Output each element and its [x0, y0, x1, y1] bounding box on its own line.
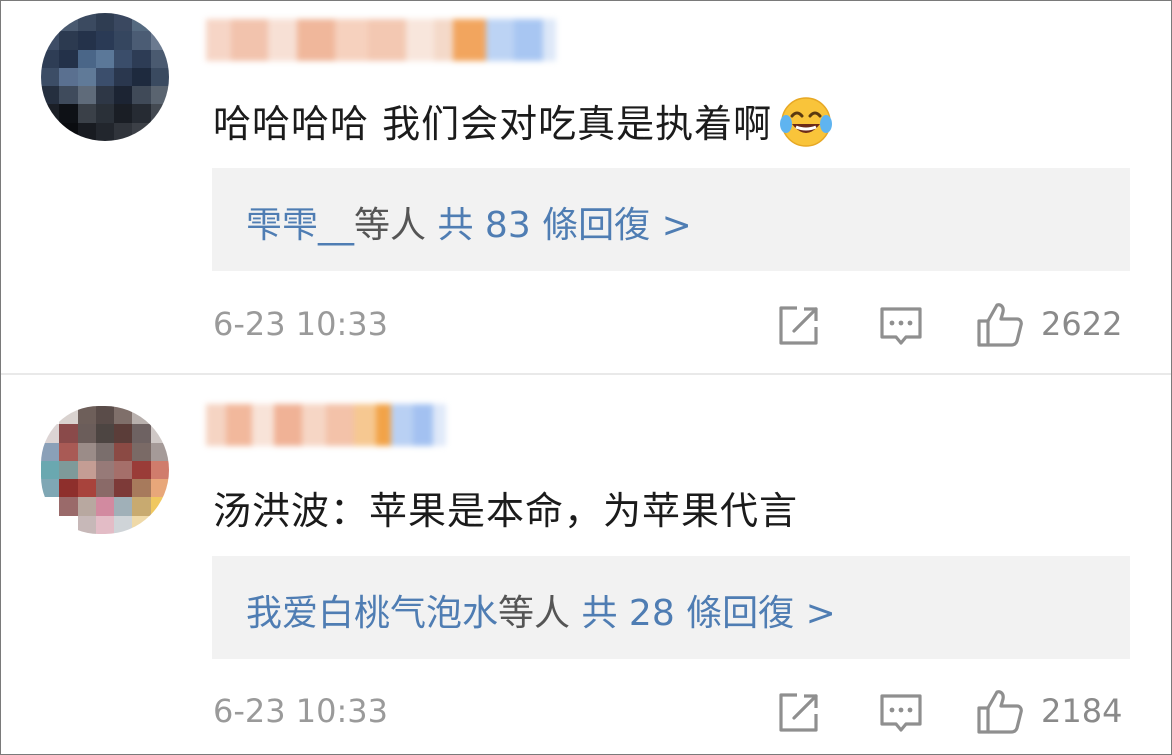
comment-text-content: 哈哈哈哈 我们会对吃真是执着啊 — [213, 102, 773, 146]
user-avatar[interactable] — [41, 406, 169, 534]
replies-link[interactable]: 我爱白桃气泡水等人 共 28 條回復 > — [246, 584, 836, 636]
comment-icon[interactable] — [877, 301, 925, 349]
reply-user[interactable]: 雫雫__ — [246, 205, 354, 246]
comment-text: 汤洪波：苹果是本命，为苹果代言 — [213, 489, 799, 533]
like-icon[interactable] — [975, 301, 1023, 349]
reply-count-link[interactable]: 共 83 條回復 > — [437, 205, 691, 246]
replies-link[interactable]: 雫雫__等人 共 83 條回復 > — [246, 196, 692, 248]
share-icon[interactable] — [775, 301, 823, 349]
comment-item-2: 汤洪波：苹果是本命，为苹果代言 我爱白桃气泡水等人 共 28 條回復 > 6-2… — [1, 374, 1171, 754]
share-icon[interactable] — [775, 688, 823, 736]
comment-timestamp: 6-23 10:33 — [213, 692, 389, 730]
username-blurred[interactable] — [206, 404, 446, 446]
replies-summary[interactable]: 雫雫__等人 共 83 條回復 > — [212, 168, 1130, 271]
comment-item-1: 哈哈哈哈 我们会对吃真是执着啊 雫雫__等人 共 83 條回復 > 6-23 1… — [1, 1, 1171, 373]
reply-others-label: 等人 — [354, 205, 427, 246]
replies-summary[interactable]: 我爱白桃气泡水等人 共 28 條回復 > — [212, 556, 1130, 659]
user-avatar[interactable] — [41, 13, 169, 141]
comment-text: 哈哈哈哈 我们会对吃真是执着啊 — [213, 93, 834, 159]
reply-count-link[interactable]: 共 28 條回復 > — [581, 593, 835, 634]
like-count: 2184 — [1041, 692, 1123, 730]
like-icon[interactable] — [975, 688, 1023, 736]
reply-others-label: 等人 — [498, 593, 571, 634]
laughing-emoji-icon — [778, 94, 834, 159]
comment-timestamp: 6-23 10:33 — [213, 305, 389, 343]
like-count: 2622 — [1041, 305, 1123, 343]
username-blurred[interactable] — [206, 19, 557, 61]
reply-user[interactable]: 我爱白桃气泡水 — [246, 593, 498, 634]
comment-icon[interactable] — [877, 688, 925, 736]
